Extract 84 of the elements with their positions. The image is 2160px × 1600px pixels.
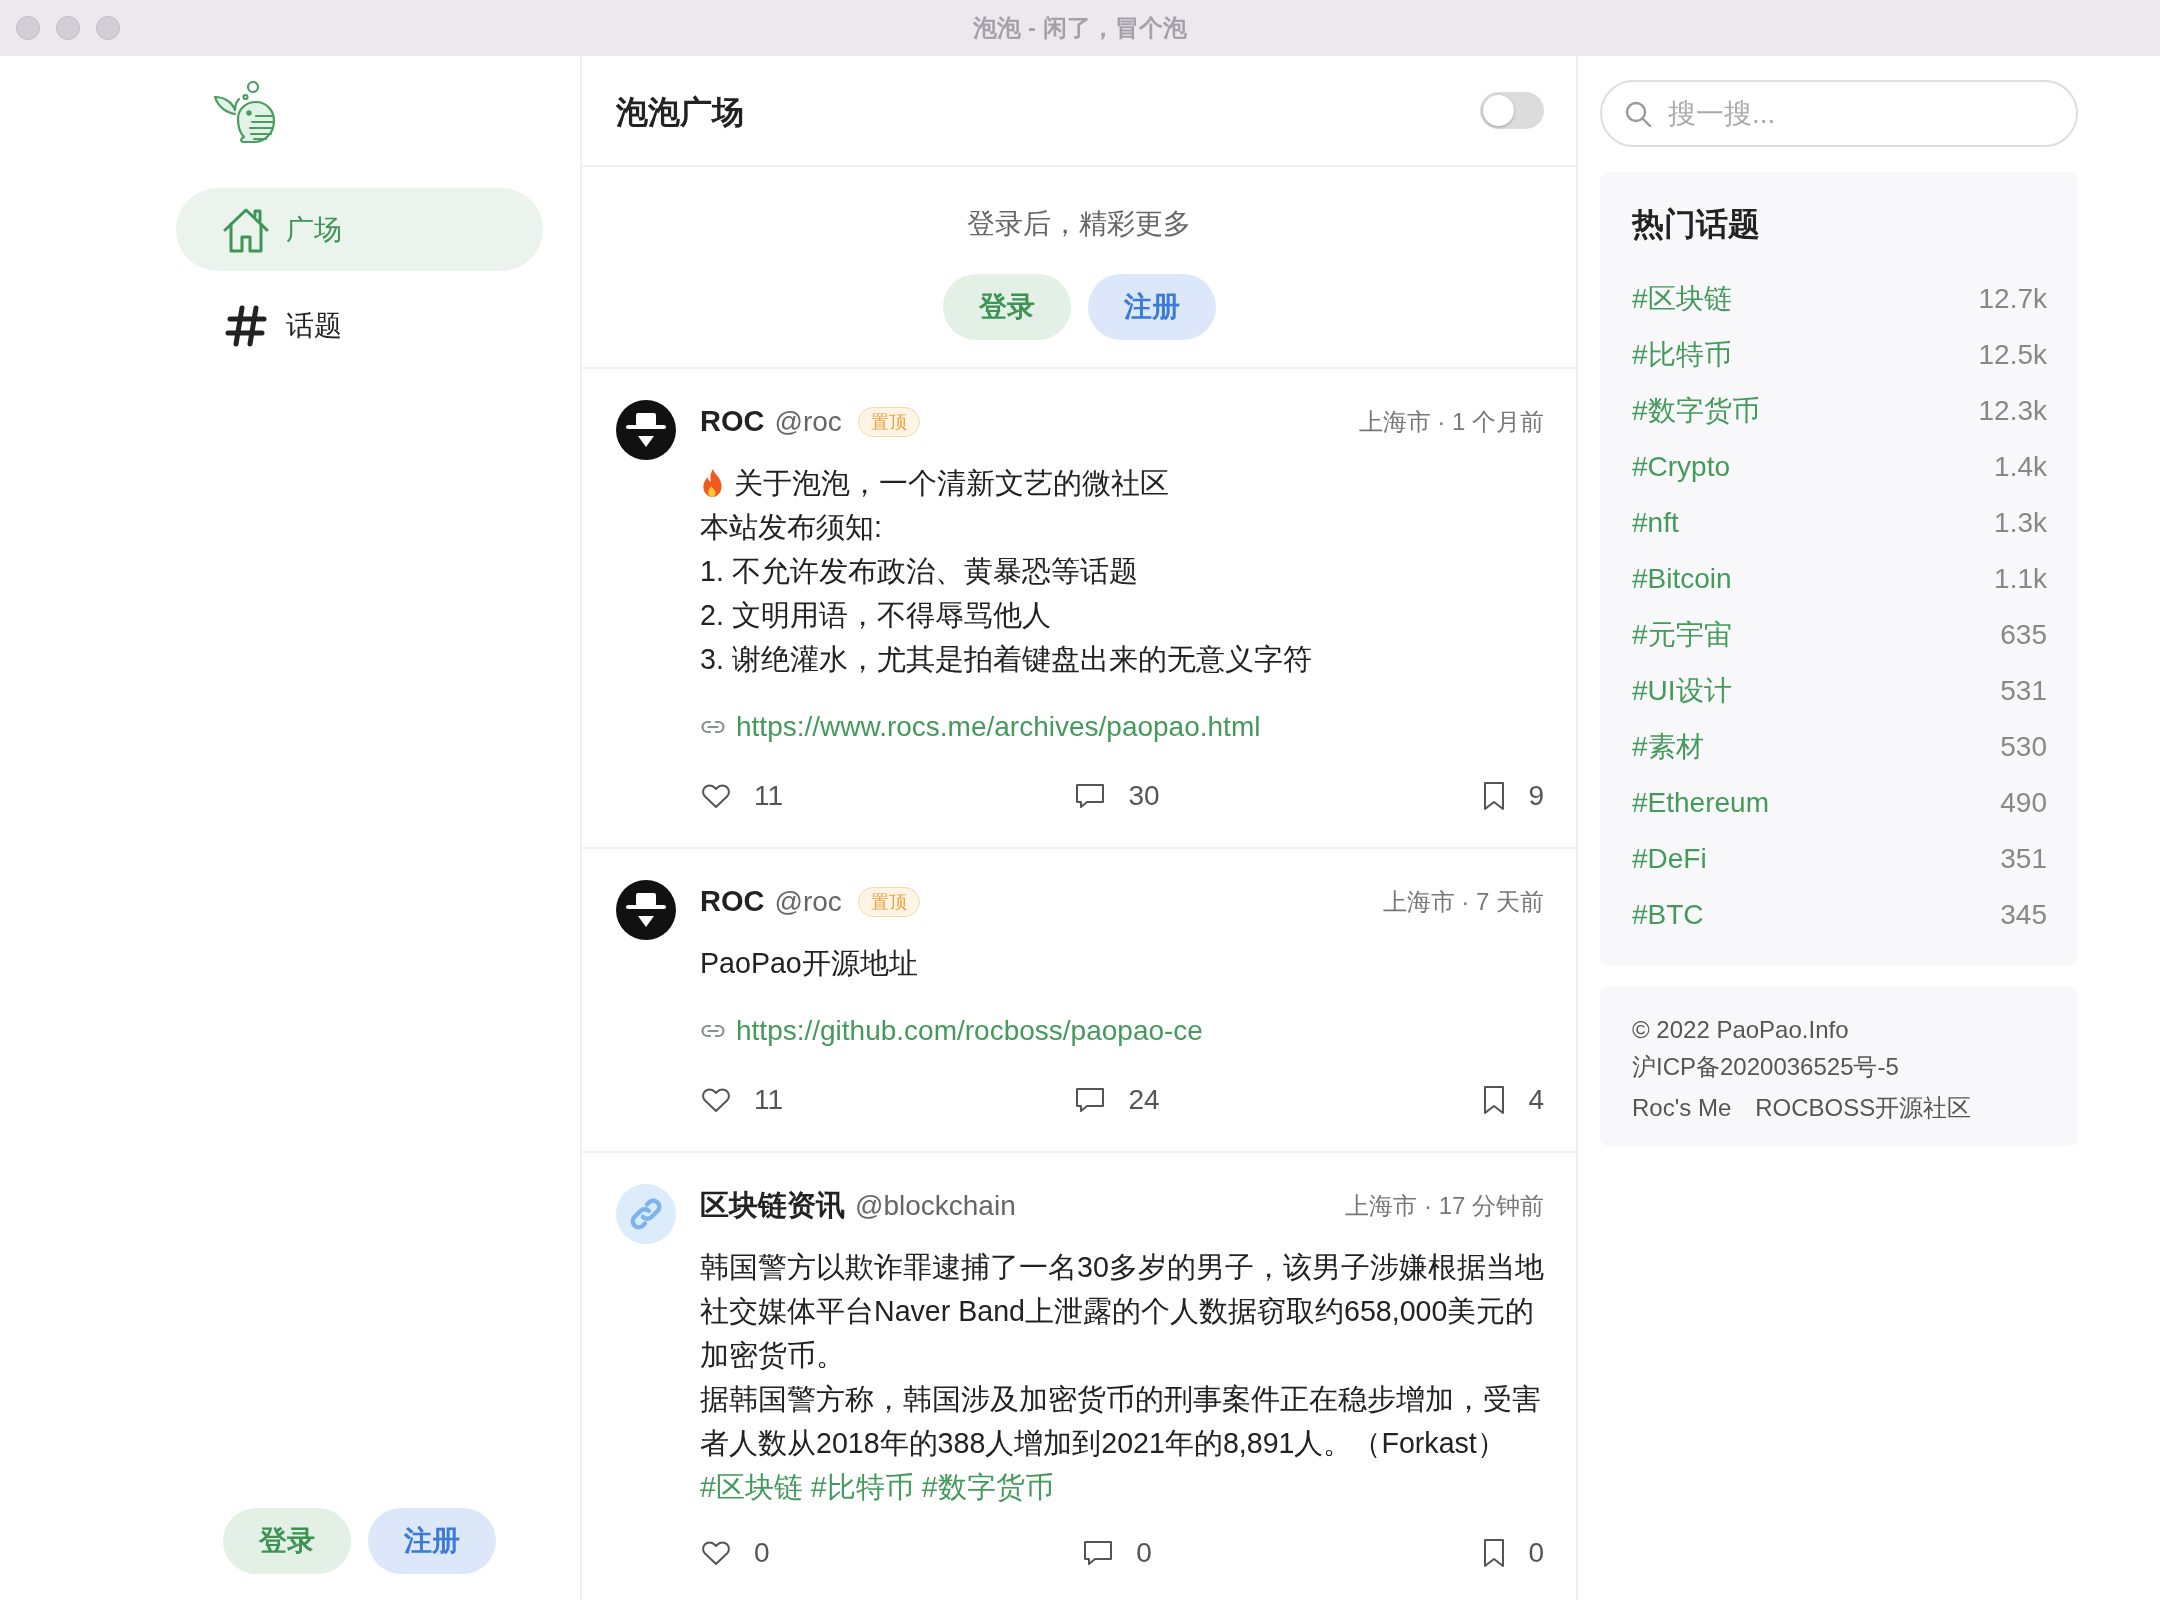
- topic-link[interactable]: #元宇宙: [1632, 614, 1732, 656]
- topic-count: 490: [2000, 786, 2047, 820]
- pinned-badge: 置顶: [857, 887, 920, 917]
- search-field[interactable]: 搜一搜...: [1600, 80, 2078, 147]
- login-prompt-text: 登录后，精彩更多: [967, 207, 1191, 241]
- bookmark-button[interactable]: 4: [1482, 1079, 1544, 1121]
- register-button[interactable]: 注册: [368, 1508, 496, 1574]
- post-meta: 上海市 · 17 分钟前: [1345, 1191, 1544, 1221]
- window-button[interactable]: [96, 16, 120, 40]
- topic-link[interactable]: #比特币: [1632, 334, 1732, 376]
- topic-count: 1.1k: [1994, 562, 2047, 596]
- like-button[interactable]: 11: [700, 775, 784, 817]
- pinned-badge: 置顶: [857, 407, 920, 437]
- register-button[interactable]: 注册: [1087, 274, 1216, 340]
- topic-count: 530: [2000, 730, 2047, 764]
- comment-button[interactable]: 24: [1074, 1079, 1160, 1121]
- bookmark-icon: [1482, 1537, 1507, 1569]
- topic-count: 12.3k: [1978, 394, 2047, 428]
- like-button[interactable]: 0: [700, 1532, 770, 1574]
- hat-avatar-icon: [616, 880, 676, 940]
- topic-link[interactable]: #数字货币: [1632, 390, 1760, 432]
- hashtag-link[interactable]: #区块链: [700, 1471, 803, 1503]
- like-button[interactable]: 11: [700, 1079, 784, 1121]
- window-title: 泡泡 - 闲了，冒个泡: [973, 13, 1187, 43]
- post-meta: 上海市 · 1 个月前: [1358, 407, 1544, 437]
- comment-button[interactable]: 30: [1074, 775, 1160, 817]
- topic-link[interactable]: #UI设计: [1632, 670, 1732, 712]
- topic-count: 1.3k: [1994, 506, 2047, 540]
- topic-link[interactable]: #Crypto: [1632, 446, 1731, 488]
- hat-avatar-icon: [616, 400, 676, 460]
- hot-topics-title: 热门话题: [1632, 205, 1761, 244]
- topic-count: 345: [2000, 898, 2047, 932]
- post-meta: 上海市 · 7 天前: [1382, 887, 1544, 917]
- post-text: 2. 文明用语，不得辱骂他人: [700, 598, 1052, 633]
- topic-count: 1.4k: [1994, 450, 2047, 484]
- post-link[interactable]: https://github.com/rocboss/paopao-ce: [700, 1009, 1203, 1053]
- topic-link[interactable]: #DeFi: [1632, 838, 1707, 880]
- chain-avatar-icon: [616, 1184, 676, 1244]
- login-button[interactable]: 登录: [223, 1508, 351, 1574]
- author-handle: @roc: [774, 405, 842, 439]
- topic-count: 351: [2000, 842, 2047, 876]
- bookmark-icon: [1482, 1084, 1507, 1116]
- hashtag-link[interactable]: #数字货币: [921, 1471, 1054, 1503]
- nav-item[interactable]: 广场: [176, 188, 543, 271]
- topic-count: 12.5k: [1978, 338, 2047, 372]
- author-name[interactable]: ROC: [700, 400, 765, 444]
- feed-title: 泡泡广场: [616, 93, 744, 132]
- toggle-switch[interactable]: [1480, 92, 1544, 129]
- author-handle: @roc: [774, 885, 842, 919]
- bookmark-icon: [1482, 780, 1507, 812]
- bookmark-button[interactable]: 9: [1482, 775, 1544, 817]
- window-button[interactable]: [16, 16, 40, 40]
- comment-button[interactable]: 0: [1082, 1532, 1152, 1574]
- author-name[interactable]: 区块链资讯: [700, 1184, 845, 1228]
- post-text: PaoPao开源地址: [700, 946, 919, 981]
- icp-text: 沪ICP备2020036525号-5: [1632, 1052, 1900, 1082]
- footer-link[interactable]: Roc's Me: [1632, 1089, 1732, 1126]
- nav-item[interactable]: 话题: [176, 284, 543, 367]
- author-handle: @blockchain: [855, 1189, 1016, 1223]
- copyright-text: © 2022 PaoPao.Info: [1632, 1015, 1850, 1045]
- footer-link[interactable]: ROCBOSS开源社区: [1755, 1089, 1972, 1126]
- post-text: 据韩国警方称，韩国涉及加密货币的刑事案件正在稳步增加，受害者人数从2018年的388人增加到2021年的8,891人。（Forkast） #区块链 #比特币 #数字货币: [700, 1382, 1542, 1505]
- post-text: 韩国警方以欺诈罪逮捕了一名30多岁的男子，该男子涉嫌根据当地社交媒体平台Naver Band上泄露的个人数据窃取约658,000美元的加密货币。: [700, 1250, 1544, 1373]
- whale-logo: [212, 80, 276, 146]
- topic-link[interactable]: #Ethereum: [1632, 782, 1769, 824]
- topic-link[interactable]: #素材: [1632, 726, 1704, 768]
- topic-link[interactable]: #区块链: [1632, 278, 1732, 320]
- post-text: 本站发布须知:: [700, 510, 883, 545]
- search-icon: [1624, 100, 1652, 128]
- topic-count: 12.7k: [1978, 282, 2047, 316]
- post-text: 1. 不允许发布政治、黄暴恐等话题: [700, 554, 1139, 589]
- topic-link[interactable]: #nft: [1632, 502, 1679, 544]
- topic-count: 531: [2000, 674, 2047, 708]
- author-name[interactable]: ROC: [700, 880, 765, 924]
- post-text: 关于泡泡，一个清新文艺的微社区: [734, 466, 1169, 501]
- hashtag-link[interactable]: #比特币: [810, 1471, 914, 1503]
- window-button[interactable]: [56, 16, 80, 40]
- post-text: 3. 谢绝灌水，尤其是拍着键盘出来的无意义字符: [700, 642, 1313, 677]
- login-button[interactable]: 登录: [942, 274, 1071, 340]
- bookmark-button[interactable]: 0: [1482, 1532, 1544, 1574]
- topic-link[interactable]: #BTC: [1632, 894, 1704, 936]
- post-link[interactable]: https://www.rocs.me/archives/paopao.html: [700, 705, 1261, 749]
- topic-count: 635: [2000, 618, 2047, 652]
- topic-link[interactable]: #Bitcoin: [1632, 558, 1732, 600]
